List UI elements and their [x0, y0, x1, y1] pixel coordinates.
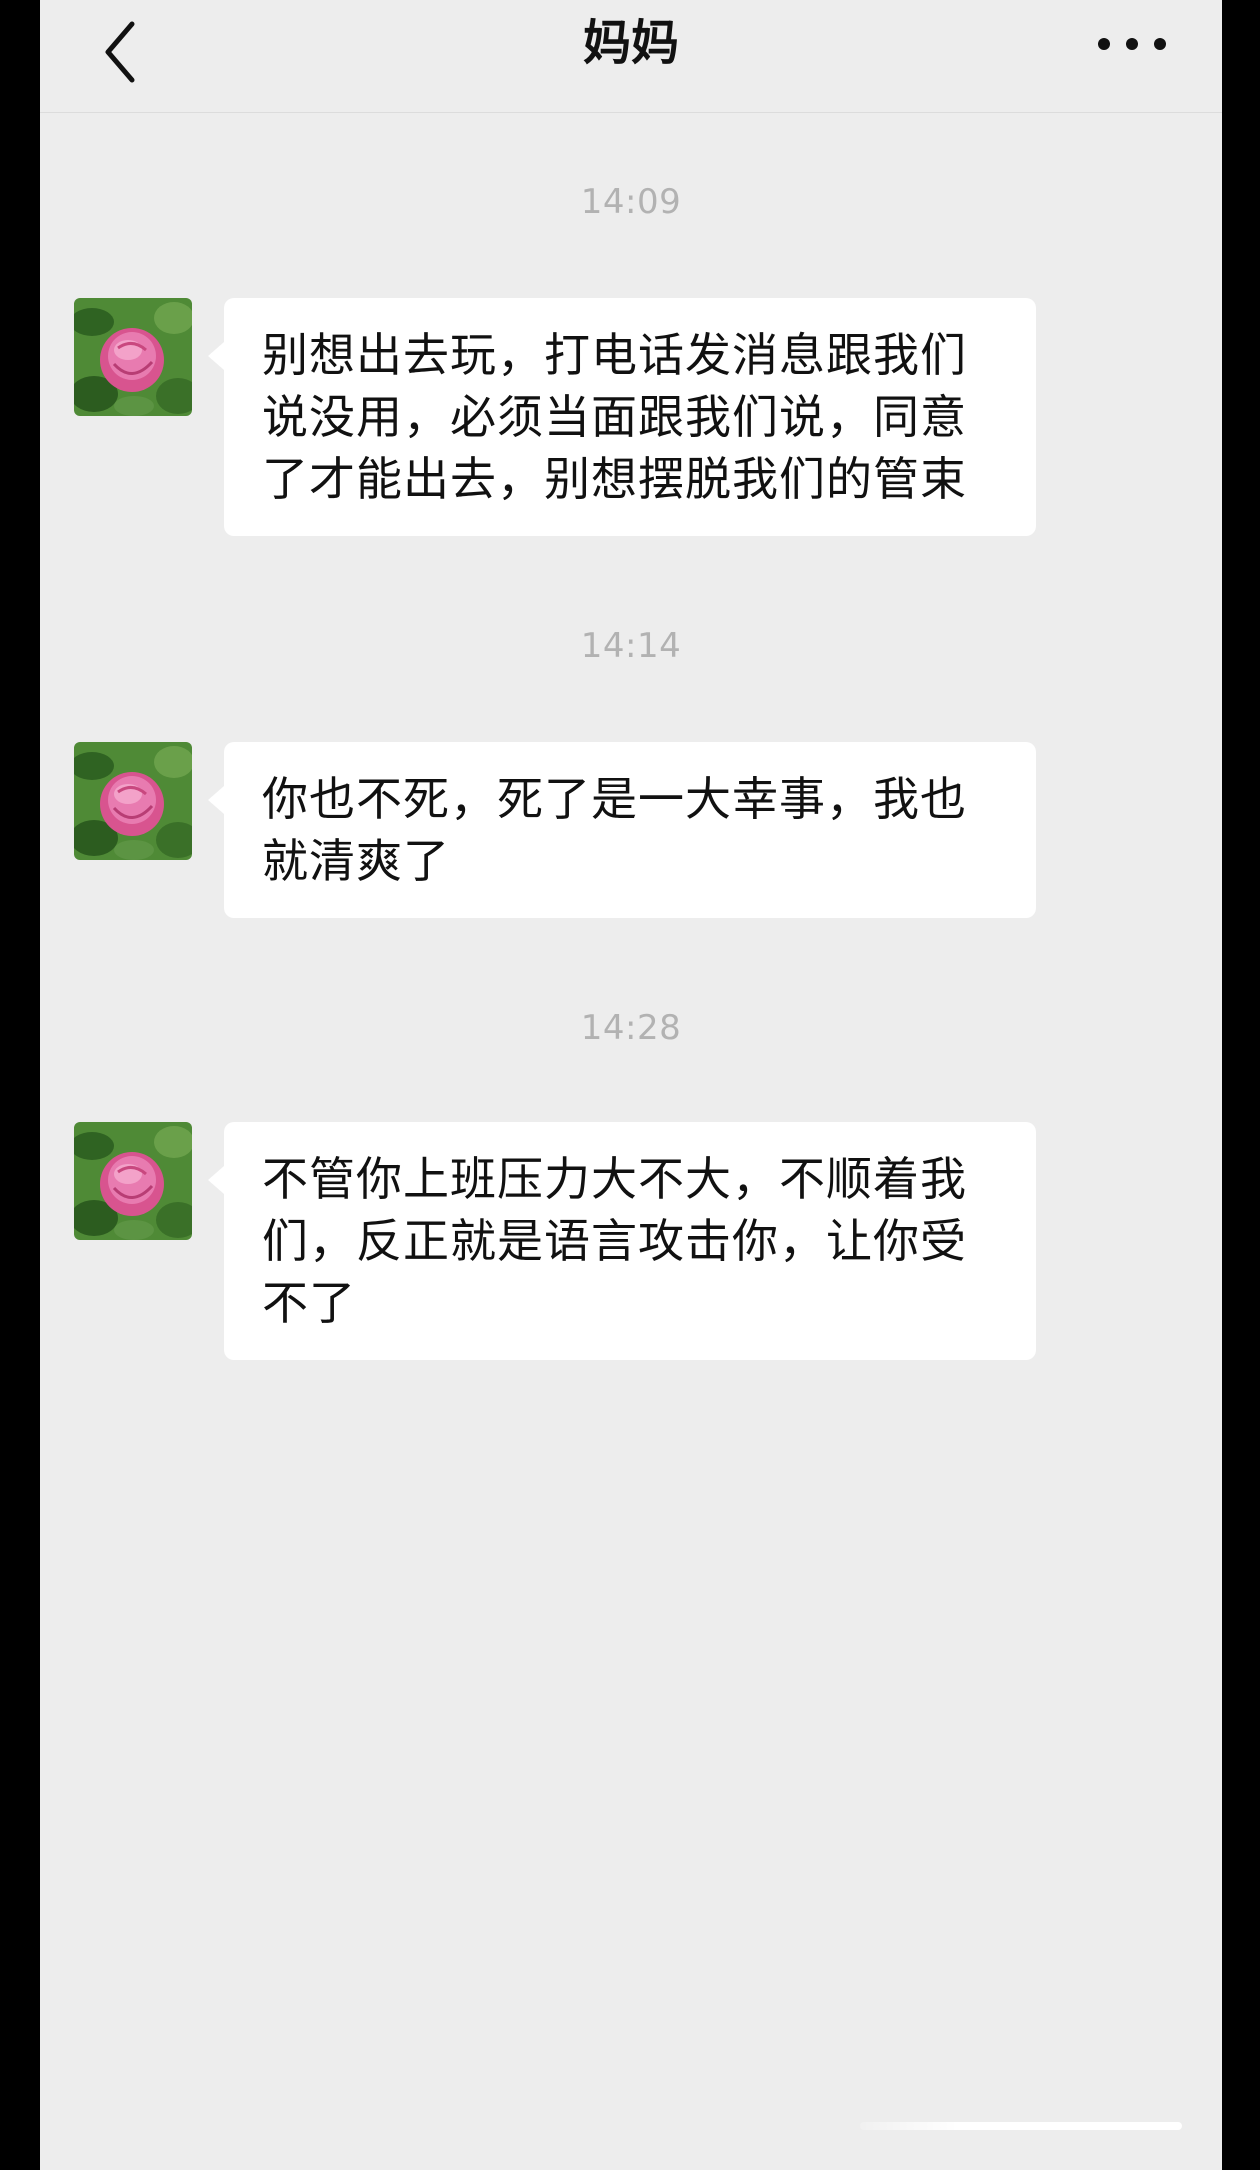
- message-bubble[interactable]: 不管你上班压力大不大，不顺着我们，反正就是语言攻击你，让你受不了: [208, 1122, 1036, 1360]
- more-button[interactable]: [1092, 24, 1172, 64]
- avatar[interactable]: [74, 1122, 192, 1240]
- message-bubble[interactable]: 你也不死，死了是一大幸事，我也就清爽了: [208, 742, 1036, 918]
- avatar[interactable]: [74, 298, 192, 416]
- avatar[interactable]: [74, 742, 192, 860]
- chat-screen: 妈妈 14:09 别想出去玩，打电话发消息跟我们说没用，必须当面跟我们说，同意了…: [40, 0, 1222, 2170]
- rose-avatar-image: [74, 742, 192, 860]
- message-bubble[interactable]: 别想出去玩，打电话发消息跟我们说没用，必须当面跟我们说，同意了才能出去，别想摆脱…: [208, 298, 1036, 536]
- message-timestamp: 14:09: [580, 182, 682, 222]
- chat-title: 妈妈: [582, 15, 679, 71]
- message-timestamp: 14:28: [580, 1008, 682, 1048]
- message-timestamp: 14:14: [580, 626, 682, 666]
- home-indicator[interactable]: [860, 2122, 1182, 2130]
- chat-header: 妈妈: [40, 0, 1222, 113]
- rose-avatar-image: [74, 1122, 192, 1240]
- more-horizontal-icon: [1098, 38, 1166, 50]
- rose-avatar-image: [74, 298, 192, 416]
